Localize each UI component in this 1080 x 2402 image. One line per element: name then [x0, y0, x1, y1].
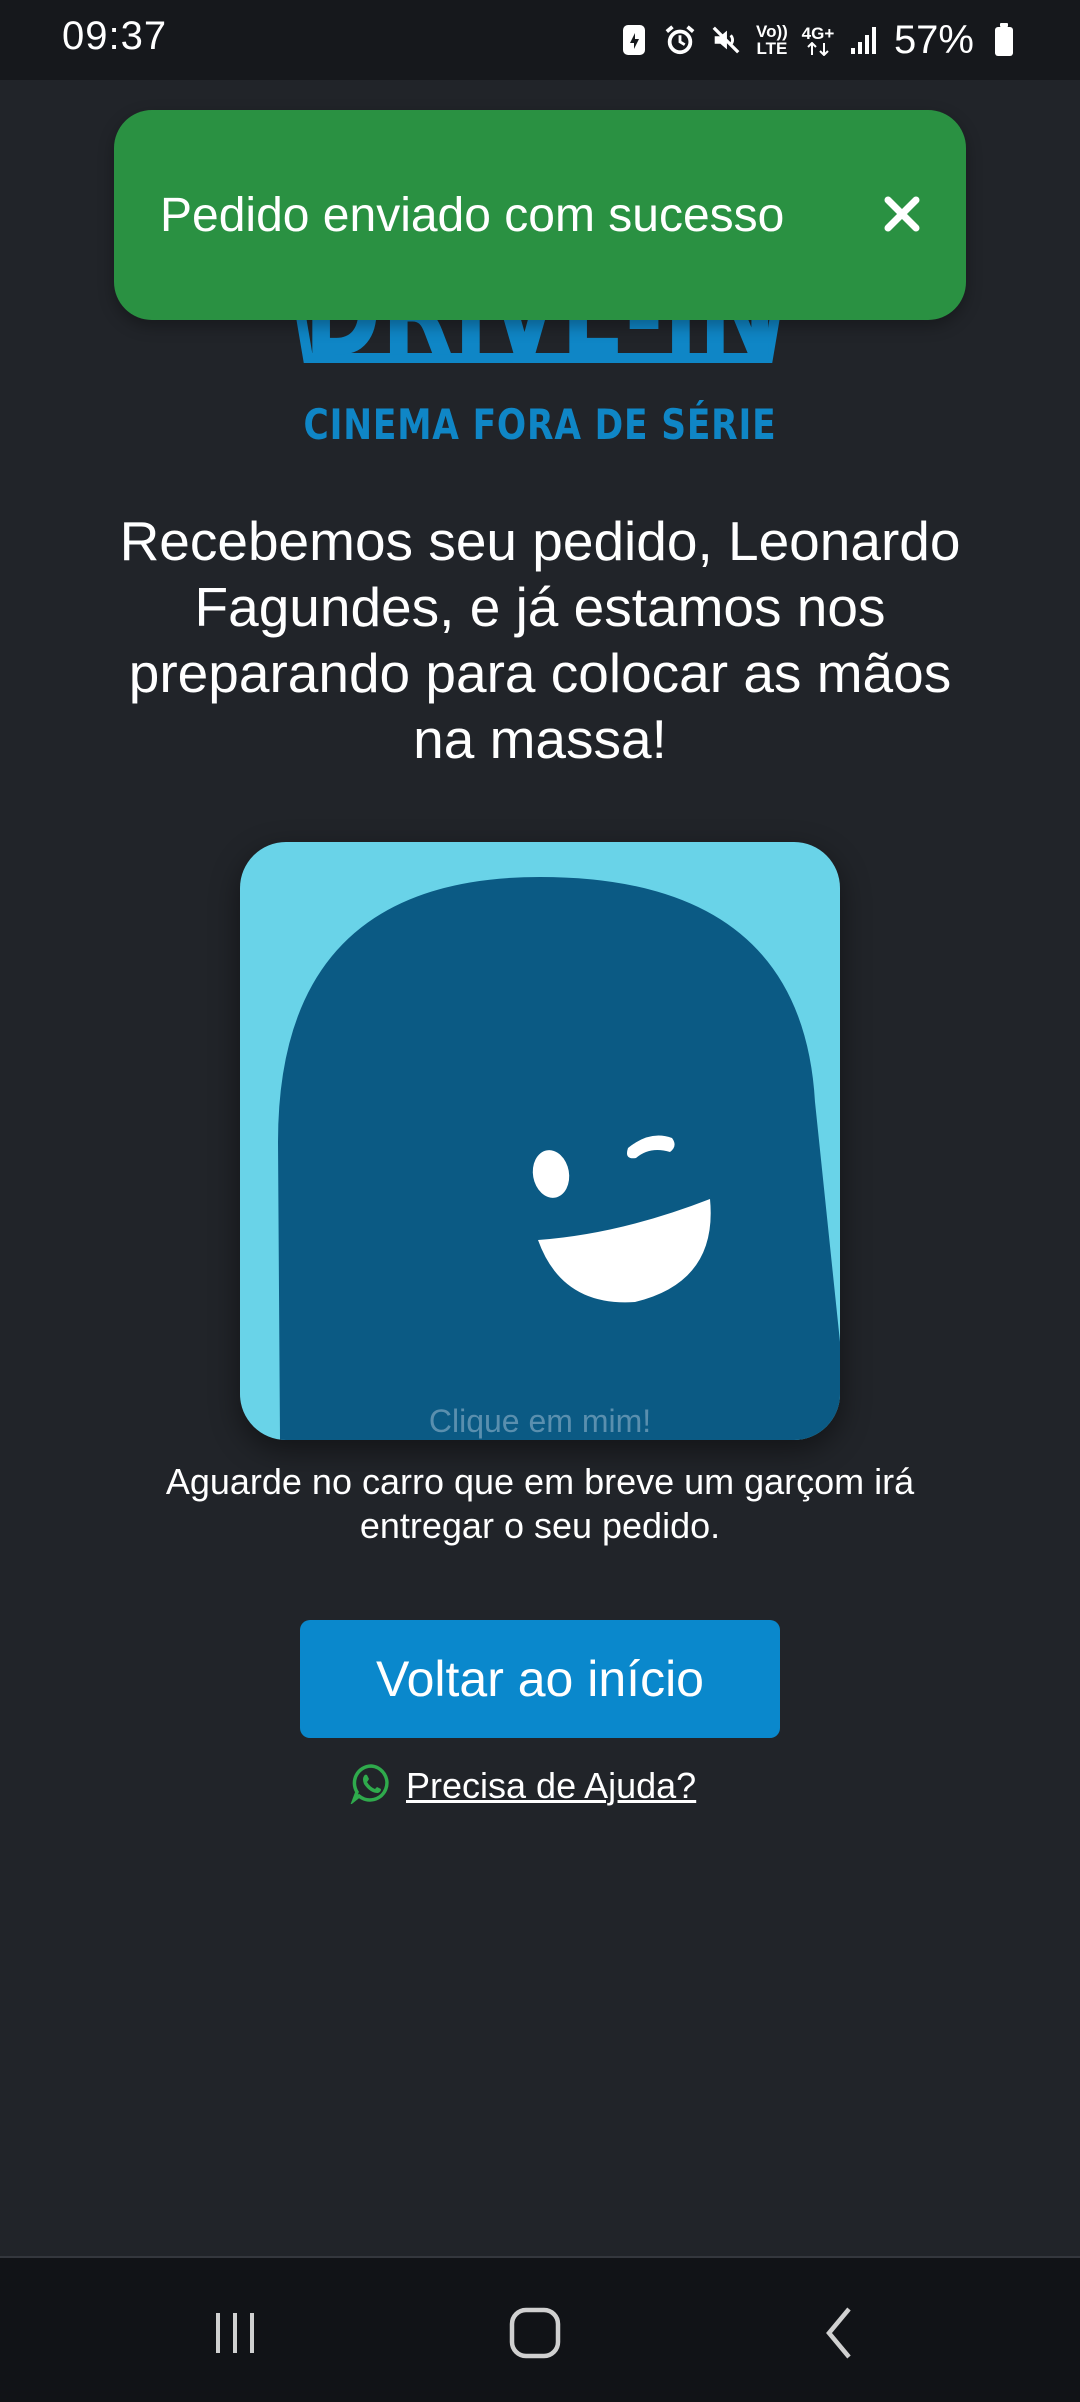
volte-icon: Vo)) LTE [756, 22, 788, 58]
back-icon[interactable] [795, 2288, 885, 2378]
success-toast: Pedido enviado com sucesso [114, 110, 966, 320]
back-to-home-button[interactable]: Voltar ao início [300, 1620, 780, 1738]
recent-apps-icon[interactable] [190, 2288, 280, 2378]
home-icon[interactable] [490, 2288, 580, 2378]
status-icons: Vo)) LTE 4G+ 57% [618, 16, 1020, 64]
whatsapp-icon [350, 1762, 392, 1809]
system-nav-bar [0, 2256, 1080, 2402]
status-bar: 09:37 Vo)) LTE 4G+ 57% [0, 0, 1080, 80]
toast-message: Pedido enviado com sucesso [160, 188, 785, 242]
mute-icon [710, 22, 742, 58]
battery-percent: 57% [893, 17, 974, 62]
close-icon[interactable] [880, 192, 924, 236]
wait-message: Aguarde no carro que em breve um garçom … [165, 1461, 915, 1546]
signal-icon [848, 22, 880, 58]
help-link-text[interactable]: Precisa de Ajuda? [406, 1765, 696, 1807]
alarm-icon [664, 22, 696, 58]
battery-icon [988, 22, 1020, 58]
mascot-card[interactable]: Clique em mim! [240, 842, 840, 1440]
mascot-winking-illustration [278, 877, 840, 1440]
data-saver-icon [618, 22, 650, 58]
status-time: 09:37 [62, 14, 168, 58]
logo-subtitle: CINEMA FORA DE SÉRIE [303, 400, 777, 449]
network-4g-icon: 4G+ [802, 22, 834, 58]
order-received-headline: Recebemos seu pedido, Leonardo Fagundes,… [119, 510, 961, 770]
mascot-hint: Clique em mim! [428, 1403, 652, 1439]
help-link[interactable]: Precisa de Ajuda? [350, 1762, 696, 1809]
